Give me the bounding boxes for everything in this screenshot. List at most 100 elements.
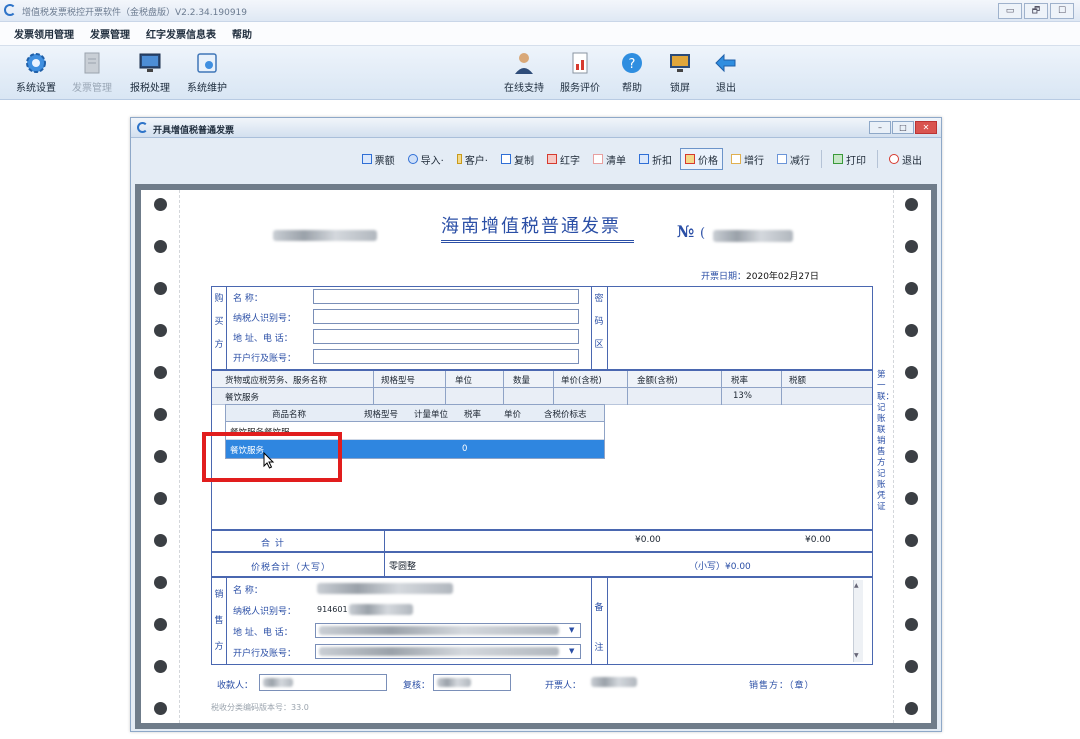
invoice-close-button[interactable]: ✕: [915, 121, 937, 134]
seller-bank-label: 开户行及账号：: [233, 649, 297, 659]
perforation-hole: [154, 198, 167, 211]
perforation-hole: [905, 450, 918, 463]
restore-button[interactable]: 🗗: [1024, 3, 1048, 19]
perforation-hole: [154, 576, 167, 589]
price-icon: [685, 154, 695, 164]
mouse-pointer-icon: [263, 452, 275, 469]
invoice-toolbar: 票额 导入· 客户· 复制 红字 清单 折扣 价格 增行 减行 打印 退出: [131, 142, 941, 176]
goods-column-divider: [721, 371, 722, 405]
perforation-hole: [905, 240, 918, 253]
buyer-address-input[interactable]: [313, 329, 579, 344]
help-button[interactable]: ? 帮助: [616, 50, 648, 94]
exit-arrow-icon: [715, 53, 736, 73]
help-icon: ?: [622, 53, 642, 73]
buyer-bank-input[interactable]: [313, 349, 579, 364]
invoice-window: 开具增值税普通发票 – □ ✕ 票额 导入· 客户· 复制 红字 清单 折扣 价…: [130, 117, 942, 732]
toolbar-separator: [877, 150, 878, 168]
copy-icon: [501, 154, 511, 164]
invoice-number-label: № (: [677, 222, 706, 241]
left-margin-line: [179, 190, 180, 723]
discount-button[interactable]: 折扣: [634, 148, 677, 170]
invoice-maximize-button[interactable]: □: [892, 121, 914, 134]
goods-row[interactable]: [212, 388, 872, 405]
copy-type-vertical-label: 第一联：记账联 销售方记账凭证: [877, 370, 895, 512]
app-title-bar: 增值税发票税控开票软件（金税盘版）V2.2.34.190919 ▭ 🗗 ☐: [0, 0, 1080, 22]
goods-row-name: 餐饮服务: [225, 393, 260, 403]
discount-icon: [639, 154, 649, 164]
seller-name-label: 名 称：: [233, 586, 263, 596]
import-button[interactable]: 导入·: [403, 148, 449, 170]
service-rating-button[interactable]: 服务评价: [556, 50, 604, 94]
main-toolbar: 系统设置 发票管理 报税处理 系统维护 在线支持 服务评价 ? 帮助 锁屏 退出: [0, 46, 1080, 100]
bank-dropdown-icon[interactable]: ▼: [569, 647, 574, 655]
total-upper-value: 零圆整: [389, 562, 417, 572]
menu-red-invoice-info[interactable]: 红字发票信息表: [146, 26, 216, 41]
address-dropdown-icon[interactable]: ▼: [569, 626, 574, 634]
exit-button[interactable]: 退出: [710, 50, 742, 94]
perforation-hole: [905, 702, 918, 715]
menu-help[interactable]: 帮助: [232, 26, 252, 41]
menu-invoice-management[interactable]: 发票管理: [90, 26, 130, 41]
tax-filing-button[interactable]: 报税处理: [124, 50, 176, 94]
invoice-minimize-button[interactable]: –: [869, 121, 891, 134]
remark-scrollbar[interactable]: [853, 580, 863, 662]
buyer-name-label: 名 称：: [233, 294, 263, 304]
online-support-button[interactable]: 在线支持: [500, 50, 548, 94]
invoice-management-button[interactable]: 发票管理: [66, 50, 118, 94]
menu-invoice-supply[interactable]: 发票领用管理: [14, 26, 74, 41]
printer-icon: [833, 154, 843, 164]
buyer-name-input[interactable]: [313, 289, 579, 304]
lock-screen-button[interactable]: 锁屏: [664, 50, 696, 94]
price-button[interactable]: 价格: [680, 148, 723, 170]
system-maintenance-button[interactable]: 系统维护: [180, 50, 234, 94]
list-button[interactable]: 清单: [588, 148, 631, 170]
red-invoice-icon: [547, 154, 557, 164]
scroll-down-icon[interactable]: ▼: [854, 652, 859, 659]
customer-button[interactable]: 客户·: [452, 148, 493, 170]
delete-row-button[interactable]: 减行: [772, 148, 815, 170]
perforation-hole: [154, 702, 167, 715]
red-invoice-button[interactable]: 红字: [542, 148, 585, 170]
perforation-hole: [154, 408, 167, 421]
perforation-hole: [154, 366, 167, 379]
goods-column-header: 货物或应税劳务、服务名称: [225, 376, 328, 386]
seller-taxid-label: 纳税人识别号：: [233, 607, 297, 617]
perforation-hole: [154, 450, 167, 463]
perforation-hole: [154, 534, 167, 547]
right-margin-line: [893, 190, 894, 723]
invoice-title-underline: [441, 240, 634, 243]
invoice-exit-button[interactable]: 退出: [884, 148, 927, 170]
quota-button[interactable]: 票额: [357, 148, 400, 170]
invoice-number-redacted: [713, 230, 793, 242]
perforation-hole: [905, 408, 918, 421]
close-button[interactable]: ☐: [1050, 3, 1074, 19]
goods-column-header: 金额(含税): [637, 376, 678, 386]
reviewer-label: 复核：: [403, 681, 431, 691]
list-icon: [593, 154, 603, 164]
system-settings-button[interactable]: 系统设置: [10, 50, 62, 94]
perforation-hole: [905, 282, 918, 295]
buyer-taxid-label: 纳税人识别号：: [233, 314, 297, 324]
perforation-hole: [905, 534, 918, 547]
buyer-taxid-input[interactable]: [313, 309, 579, 324]
total-upper-label: 价税合计（大写）: [251, 563, 332, 573]
add-row-button[interactable]: 增行: [726, 148, 769, 170]
total-tax: ¥0.00: [805, 535, 831, 545]
customer-icon: [456, 154, 462, 164]
perforation-hole: [905, 366, 918, 379]
import-icon: [407, 154, 418, 164]
print-button[interactable]: 打印: [828, 148, 871, 170]
goods-column-header: 单价(含税): [561, 376, 602, 386]
quota-icon: [361, 154, 372, 164]
goods-column-divider: [553, 371, 554, 405]
seller-seal-label: 销售方：（章）: [749, 681, 815, 691]
password-area-label: 密码区: [594, 294, 604, 350]
goods-column-divider: [373, 371, 374, 405]
perforation-hole: [154, 240, 167, 253]
maintenance-icon: [197, 53, 217, 73]
scroll-up-icon[interactable]: ▲: [854, 582, 859, 589]
total-row: [211, 530, 873, 552]
copy-button[interactable]: 复制: [496, 148, 539, 170]
total-amount: ¥0.00: [635, 535, 661, 545]
minimize-button[interactable]: ▭: [998, 3, 1022, 19]
